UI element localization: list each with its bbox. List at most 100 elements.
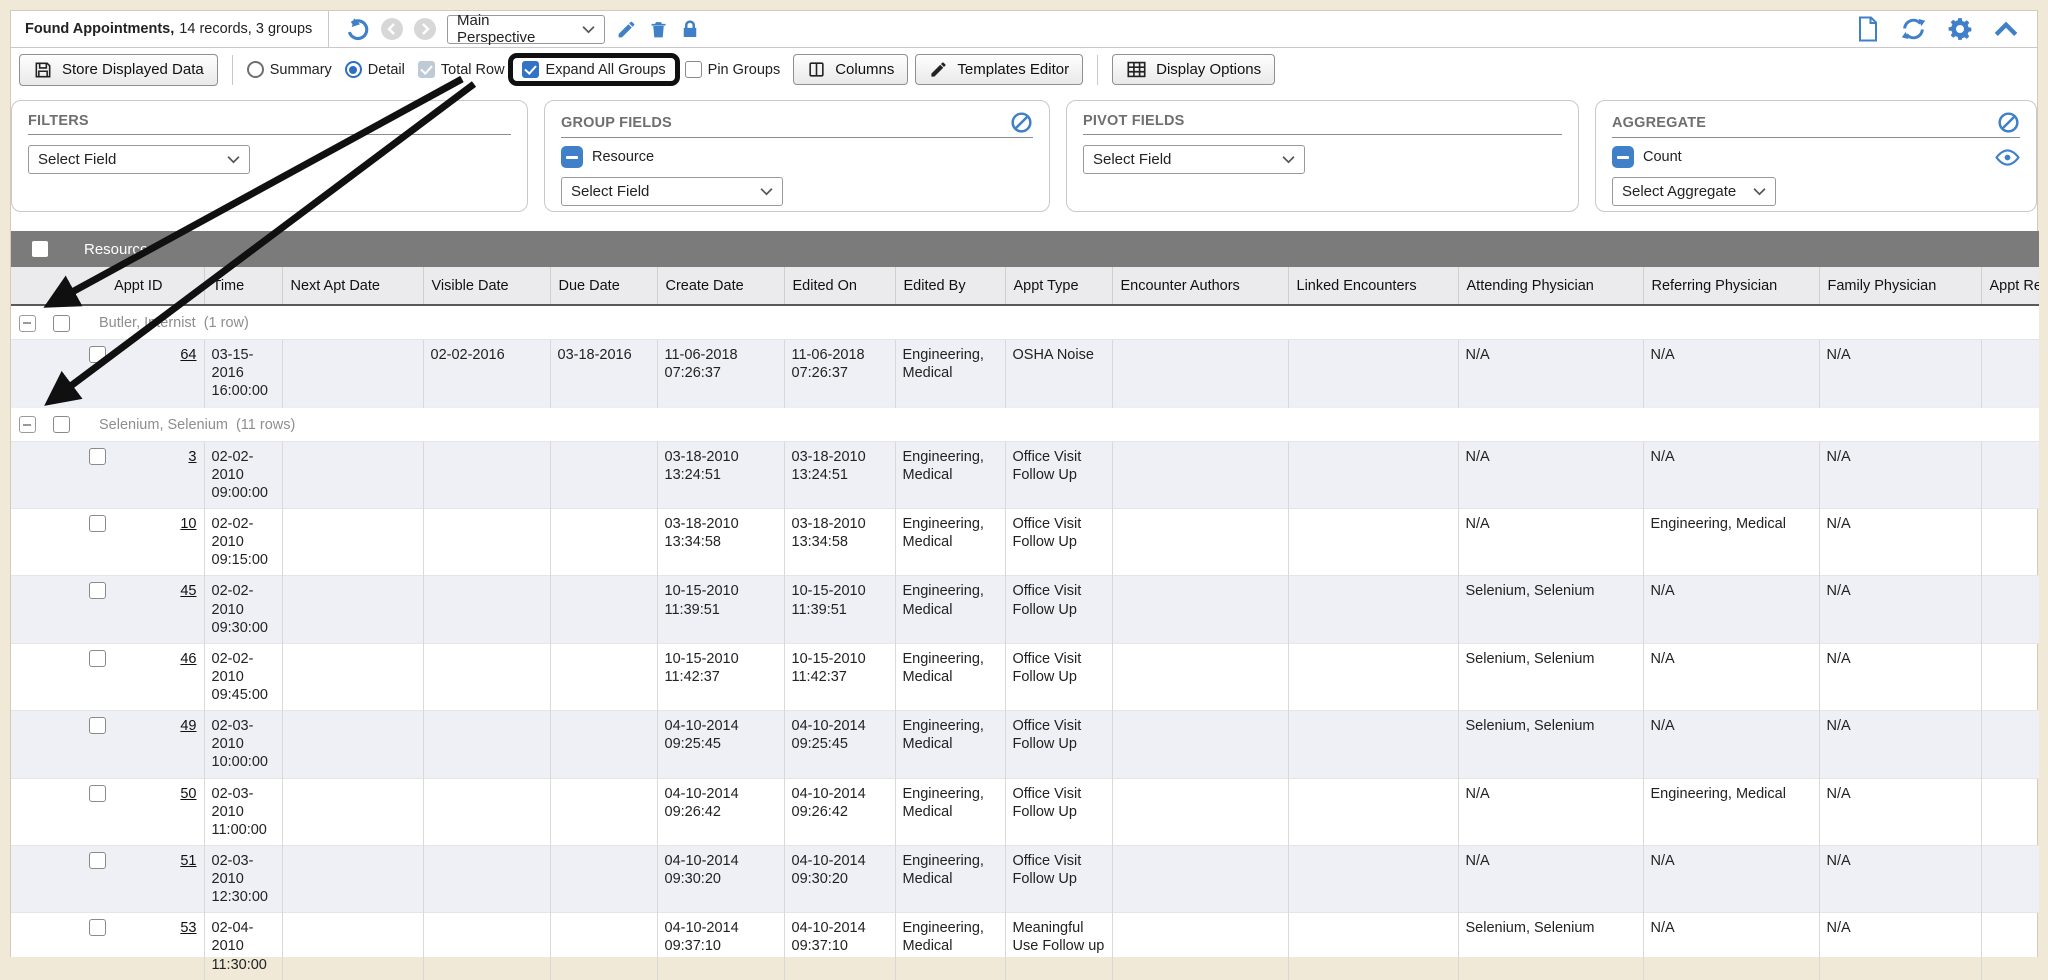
display-options-button[interactable]: Display Options bbox=[1112, 54, 1275, 85]
trash-icon[interactable] bbox=[648, 19, 669, 40]
cell-apptType: Office Visit Follow Up bbox=[1005, 778, 1112, 845]
cell-visibleDate bbox=[423, 441, 550, 508]
column-header-familyPhysician[interactable]: Family Physician bbox=[1819, 267, 1981, 305]
pin-groups-checkbox[interactable]: Pin Groups bbox=[685, 61, 781, 78]
row-checkbox[interactable] bbox=[89, 650, 106, 667]
column-header-nextAptDate[interactable]: Next Apt Date bbox=[282, 267, 423, 305]
cell-apptRe bbox=[1981, 576, 2039, 643]
appt-id-link[interactable]: 51 bbox=[180, 852, 196, 870]
total-row-checkbox[interactable]: Total Row bbox=[418, 61, 505, 78]
ban-icon[interactable] bbox=[1010, 111, 1033, 134]
ban-icon[interactable] bbox=[1997, 111, 2020, 134]
detail-radio[interactable]: Detail bbox=[345, 61, 405, 78]
cell-nextAptDate bbox=[282, 576, 423, 643]
cell-apptRe bbox=[1981, 441, 2039, 508]
pivot-fields-select[interactable]: Select Field bbox=[1083, 145, 1305, 174]
perspective-select[interactable]: Main Perspective bbox=[447, 15, 605, 44]
select-all-checkbox[interactable] bbox=[32, 241, 48, 257]
group-select-checkbox[interactable] bbox=[53, 315, 70, 332]
columns-button-label: Columns bbox=[835, 61, 894, 78]
minus-square-icon[interactable] bbox=[561, 146, 583, 168]
filters-field-select[interactable]: Select Field bbox=[28, 145, 250, 174]
column-header-editedOn[interactable]: Edited On bbox=[784, 267, 895, 305]
cell-linkedEncounters bbox=[1288, 340, 1458, 407]
column-header-editedBy[interactable]: Edited By bbox=[895, 267, 1005, 305]
row-checkbox[interactable] bbox=[89, 582, 106, 599]
total-row-checkbox-box[interactable] bbox=[418, 61, 435, 78]
row-checkbox[interactable] bbox=[89, 448, 106, 465]
store-displayed-data-button[interactable]: Store Displayed Data bbox=[19, 54, 218, 86]
row-checkbox[interactable] bbox=[89, 346, 106, 363]
cell-time: 03-15-2016 16:00:00 bbox=[204, 340, 282, 407]
cell-nextAptDate bbox=[282, 913, 423, 980]
cell-dueDate bbox=[550, 576, 657, 643]
appt-id-link[interactable]: 64 bbox=[180, 346, 196, 364]
templates-editor-button[interactable]: Templates Editor bbox=[915, 54, 1083, 85]
cell-attendingPhysician: N/A bbox=[1458, 509, 1643, 576]
appt-id-link[interactable]: 3 bbox=[188, 448, 196, 466]
pencil-icon[interactable] bbox=[616, 19, 637, 40]
group-expander-checkbox[interactable] bbox=[19, 416, 36, 433]
expand-all-groups-checkbox[interactable] bbox=[522, 61, 539, 78]
row-checkbox[interactable] bbox=[89, 852, 106, 869]
appt-id-link[interactable]: 50 bbox=[180, 785, 196, 803]
appt-id-link[interactable]: 49 bbox=[180, 717, 196, 735]
column-header-visibleDate[interactable]: Visible Date bbox=[423, 267, 550, 305]
row-checkbox[interactable] bbox=[89, 919, 106, 936]
chevron-down-icon bbox=[760, 187, 773, 196]
appt-id-link[interactable]: 45 bbox=[180, 582, 196, 600]
column-header-apptId[interactable]: Appt ID bbox=[11, 267, 204, 305]
chevron-up-icon[interactable] bbox=[1993, 19, 2019, 39]
refresh-icon[interactable] bbox=[1900, 16, 1927, 42]
group-field-item-label: Resource bbox=[592, 149, 654, 165]
cell-apptType: Office Visit Follow Up bbox=[1005, 643, 1112, 710]
cell-editedOn: 03-18-2010 13:24:51 bbox=[784, 441, 895, 508]
cell-dueDate bbox=[550, 778, 657, 845]
appt-id-link[interactable]: 10 bbox=[180, 515, 196, 533]
cell-editedBy: Engineering, Medical bbox=[895, 711, 1005, 778]
pin-groups-label: Pin Groups bbox=[708, 62, 781, 78]
undo-icon[interactable] bbox=[345, 17, 370, 42]
columns-button[interactable]: Columns bbox=[793, 54, 908, 85]
cell-linkedEncounters bbox=[1288, 913, 1458, 980]
group-expander-checkbox[interactable] bbox=[19, 315, 36, 332]
cell-encounterAuthors bbox=[1112, 913, 1288, 980]
detail-radio-circle[interactable] bbox=[345, 61, 362, 78]
minus-square-icon[interactable] bbox=[1612, 146, 1634, 168]
column-header-encounterAuthors[interactable]: Encounter Authors bbox=[1112, 267, 1288, 305]
row-checkbox[interactable] bbox=[89, 717, 106, 734]
appt-id-cell: 51 bbox=[18, 852, 197, 870]
column-header-attendingPhysician[interactable]: Attending Physician bbox=[1458, 267, 1643, 305]
cell-familyPhysician: N/A bbox=[1819, 643, 1981, 710]
chevron-down-icon bbox=[227, 155, 240, 164]
appt-id-link[interactable]: 53 bbox=[180, 919, 196, 937]
aggregate-item: Count bbox=[1612, 146, 2020, 168]
summary-radio[interactable]: Summary bbox=[247, 61, 332, 78]
column-header-referringPhysician[interactable]: Referring Physician bbox=[1643, 267, 1819, 305]
summary-radio-circle[interactable] bbox=[247, 61, 264, 78]
column-header-createDate[interactable]: Create Date bbox=[657, 267, 784, 305]
group-fields-select[interactable]: Select Field bbox=[561, 177, 783, 206]
cell-time: 02-02-2010 09:30:00 bbox=[204, 576, 282, 643]
group-select-checkbox[interactable] bbox=[53, 416, 70, 433]
lock-icon[interactable] bbox=[680, 19, 700, 40]
column-header-time[interactable]: Time bbox=[204, 267, 282, 305]
row-checkbox[interactable] bbox=[89, 785, 106, 802]
chevron-right-icon[interactable] bbox=[414, 18, 436, 40]
cell-nextAptDate bbox=[282, 643, 423, 710]
pin-groups-checkbox-box[interactable] bbox=[685, 61, 702, 78]
cell-attendingPhysician: N/A bbox=[1458, 340, 1643, 407]
chevron-left-icon[interactable] bbox=[381, 18, 403, 40]
document-icon[interactable] bbox=[1856, 16, 1880, 42]
gear-icon[interactable] bbox=[1947, 16, 1973, 42]
row-checkbox[interactable] bbox=[89, 515, 106, 532]
column-header-dueDate[interactable]: Due Date bbox=[550, 267, 657, 305]
column-header-linkedEncounters[interactable]: Linked Encounters bbox=[1288, 267, 1458, 305]
appt-id-link[interactable]: 46 bbox=[180, 650, 196, 668]
column-header-apptRe[interactable]: Appt Re bbox=[1981, 267, 2039, 305]
aggregate-select[interactable]: Select Aggregate bbox=[1612, 177, 1776, 206]
cell-nextAptDate bbox=[282, 340, 423, 407]
eye-icon[interactable] bbox=[1995, 148, 2020, 167]
group-row-cell: Butler, Internist(1 row) bbox=[11, 305, 2039, 340]
column-header-apptType[interactable]: Appt Type bbox=[1005, 267, 1112, 305]
